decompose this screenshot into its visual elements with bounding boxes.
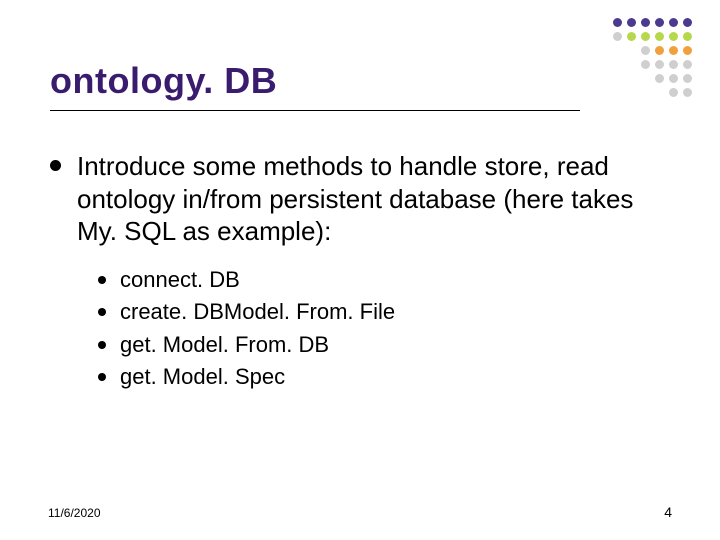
bullet-icon <box>98 308 106 316</box>
sub-bullet-list: connect. DB create. DBModel. From. File … <box>98 266 670 392</box>
footer-date: 11/6/2020 <box>48 506 101 520</box>
slide-body: Introduce some methods to handle store, … <box>50 150 670 396</box>
dot-icon <box>683 32 692 41</box>
corner-decoration <box>613 18 692 97</box>
dot-icon <box>669 74 678 83</box>
dot-icon <box>627 32 636 41</box>
deco-row <box>613 88 692 97</box>
dot-icon <box>683 60 692 69</box>
dot-icon <box>683 88 692 97</box>
dot-icon <box>613 18 622 27</box>
dot-icon <box>669 46 678 55</box>
deco-row <box>613 32 692 41</box>
dot-icon <box>627 18 636 27</box>
sub-bullet-item: create. DBModel. From. File <box>98 298 670 327</box>
dot-icon <box>669 88 678 97</box>
dot-icon <box>669 18 678 27</box>
dot-icon <box>683 46 692 55</box>
dot-icon <box>641 32 650 41</box>
dot-icon <box>655 32 664 41</box>
footer-page-number: 4 <box>664 504 672 520</box>
bullet-icon <box>50 160 61 171</box>
dot-icon <box>683 18 692 27</box>
dot-icon <box>655 18 664 27</box>
dot-icon <box>655 60 664 69</box>
sub-bullet-text: create. DBModel. From. File <box>120 298 395 327</box>
sub-bullet-item: get. Model. From. DB <box>98 331 670 360</box>
sub-bullet-text: get. Model. From. DB <box>120 331 329 360</box>
dot-icon <box>641 46 650 55</box>
bullet-item: Introduce some methods to handle store, … <box>50 150 670 248</box>
sub-bullet-text: get. Model. Spec <box>120 363 285 392</box>
bullet-text: Introduce some methods to handle store, … <box>77 150 670 248</box>
slide: ontology. DB Introduce some methods to h… <box>0 0 720 540</box>
deco-row <box>613 18 692 27</box>
sub-bullet-item: connect. DB <box>98 266 670 295</box>
dot-icon <box>641 18 650 27</box>
deco-row <box>613 46 692 55</box>
deco-row <box>613 74 692 83</box>
bullet-icon <box>98 276 106 284</box>
bullet-icon <box>98 341 106 349</box>
sub-bullet-text: connect. DB <box>120 266 240 295</box>
dot-icon <box>669 60 678 69</box>
bullet-icon <box>98 373 106 381</box>
slide-title: ontology. DB <box>50 60 580 102</box>
dot-icon <box>669 32 678 41</box>
dot-icon <box>613 32 622 41</box>
dot-icon <box>683 74 692 83</box>
dot-icon <box>641 60 650 69</box>
dot-icon <box>655 46 664 55</box>
dot-icon <box>655 74 664 83</box>
slide-footer: 11/6/2020 4 <box>48 504 672 520</box>
deco-row <box>613 60 692 69</box>
sub-bullet-item: get. Model. Spec <box>98 363 670 392</box>
title-container: ontology. DB <box>50 60 580 111</box>
